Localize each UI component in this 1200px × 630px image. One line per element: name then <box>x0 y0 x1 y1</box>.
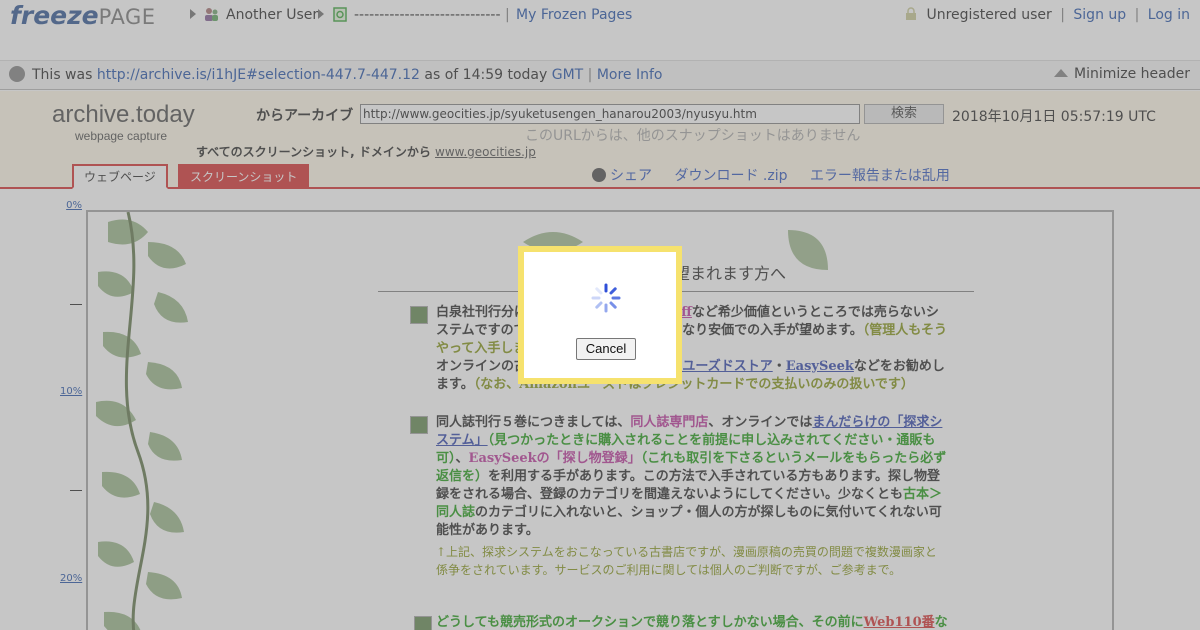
loading-spinner-icon <box>591 283 621 313</box>
cancel-button[interactable]: Cancel <box>576 338 636 360</box>
loading-dialog: Cancel <box>518 246 682 384</box>
